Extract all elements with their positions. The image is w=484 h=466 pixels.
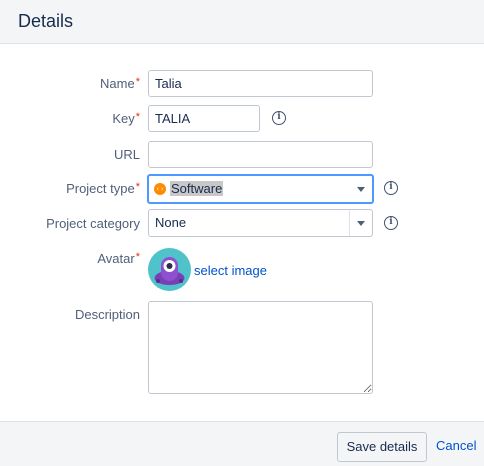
cancel-link[interactable]: Cancel — [436, 438, 476, 453]
chevron-down-icon[interactable] — [350, 176, 372, 202]
dialog-title: Details — [18, 11, 74, 31]
key-info-icon[interactable]: i — [272, 111, 286, 125]
project-type-required-mark: * — [135, 181, 140, 193]
project-type-label: Project type* — [66, 181, 140, 196]
description-textarea[interactable] — [148, 301, 373, 394]
project-category-select[interactable]: None — [148, 209, 373, 237]
select-image-link[interactable]: select image — [194, 263, 267, 278]
key-required-mark: * — [135, 111, 140, 123]
dialog-header: Details — [0, 0, 484, 44]
project-category-label-text: Project category — [46, 216, 140, 231]
description-label-text: Description — [74, 307, 140, 322]
chevron-down-icon[interactable] — [349, 210, 372, 236]
project-type-select[interactable]: ‹› Software — [147, 174, 374, 204]
avatar-image[interactable] — [148, 248, 191, 291]
key-input[interactable] — [148, 105, 260, 132]
project-category-label: Project category — [46, 216, 140, 231]
url-input[interactable] — [148, 141, 373, 168]
save-details-button[interactable]: Save details — [337, 432, 427, 462]
avatar-label-text: Avatar — [97, 251, 135, 266]
key-label-text: Key — [112, 111, 135, 126]
project-category-value: None — [155, 215, 187, 230]
project-type-info-icon[interactable]: i — [384, 181, 398, 195]
project-type-value-text: Software — [170, 181, 224, 196]
project-type-label-text: Project type — [66, 181, 135, 196]
software-icon: ‹› — [154, 183, 166, 195]
url-label: URL — [114, 147, 140, 162]
avatar-label: Avatar* — [97, 251, 140, 266]
project-category-info-icon[interactable]: i — [384, 216, 398, 230]
key-label: Key* — [112, 111, 140, 126]
url-label-text: URL — [113, 147, 140, 162]
dialog-footer: Save details Cancel — [0, 421, 484, 466]
name-input[interactable] — [148, 70, 373, 97]
description-label: Description — [75, 307, 140, 322]
name-label-text: Name — [100, 76, 135, 91]
name-label: Name* — [100, 76, 140, 91]
details-dialog: Details Name* Key* i URL Project type* ‹… — [0, 0, 484, 466]
project-type-value: Software — [170, 181, 224, 196]
avatar-required-mark: * — [135, 251, 140, 263]
name-required-mark: * — [135, 76, 140, 88]
